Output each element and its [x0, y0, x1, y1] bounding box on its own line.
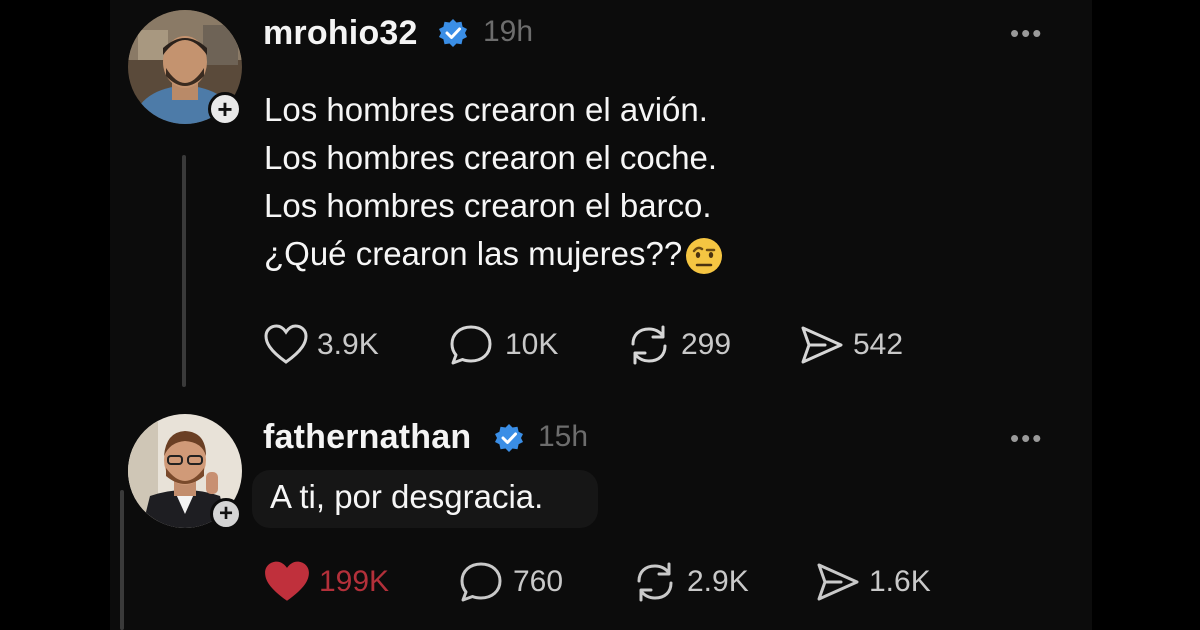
post-text-line: ¿Qué crearon las mujeres?? — [264, 235, 683, 272]
thread-line — [120, 490, 124, 630]
repost-icon — [637, 562, 673, 602]
like-count: 199K — [319, 565, 390, 598]
reply-text: A ti, por desgracia. — [270, 478, 544, 515]
post-time: 19h — [483, 15, 534, 48]
more-icon[interactable]: ••• — [1010, 423, 1043, 454]
like-count: 3.9K — [317, 328, 379, 361]
comment-icon — [450, 325, 492, 365]
share-count: 542 — [853, 328, 904, 361]
reply-count: 760 — [513, 565, 564, 598]
share-icon — [801, 326, 843, 364]
post-text-line: Los hombres crearon el coche. — [264, 139, 718, 176]
post-text: Los hombres crearon el avión. Los hombre… — [264, 86, 724, 278]
repost-icon — [631, 325, 667, 365]
post-actions: 3.9K 10K 299 542 — [263, 324, 903, 366]
reply-button[interactable]: 10K — [449, 324, 625, 366]
post-text-line: Los hombres crearon el barco. — [264, 187, 712, 224]
repost-count: 299 — [681, 328, 732, 361]
follow-plus-icon[interactable]: + — [210, 498, 242, 530]
share-button[interactable]: 542 — [799, 324, 903, 366]
heart-filled-icon — [265, 561, 309, 601]
repost-count: 2.9K — [687, 565, 749, 598]
reply-button[interactable]: 760 — [459, 561, 631, 603]
verified-badge-icon — [495, 424, 523, 452]
like-button[interactable]: 3.9K — [263, 324, 449, 366]
post-actions: 199K 760 2.9K 1.6K — [263, 560, 931, 604]
reply-count: 10K — [505, 328, 559, 361]
raised-eyebrow-emoji-icon — [686, 238, 723, 275]
repost-button[interactable]: 2.9K — [631, 561, 815, 603]
share-icon — [817, 563, 859, 601]
verified-badge-icon — [439, 19, 467, 47]
follow-plus-icon[interactable]: + — [208, 92, 242, 126]
username[interactable]: mrohio32 — [263, 14, 418, 53]
share-button[interactable]: 1.6K — [815, 561, 931, 603]
thread-line — [182, 155, 186, 387]
more-icon[interactable]: ••• — [1010, 18, 1043, 49]
username[interactable]: fathernathan — [263, 418, 471, 457]
share-count: 1.6K — [869, 565, 931, 598]
post-time: 15h — [538, 420, 589, 453]
like-button[interactable]: 199K — [263, 560, 459, 604]
post-text-line-with-emoji: ¿Qué crearon las mujeres?? — [264, 230, 724, 278]
heart-icon — [264, 324, 308, 364]
repost-button[interactable]: 299 — [625, 324, 799, 366]
post-text-line: Los hombres crearon el avión. — [264, 91, 708, 128]
comment-icon — [460, 562, 502, 602]
